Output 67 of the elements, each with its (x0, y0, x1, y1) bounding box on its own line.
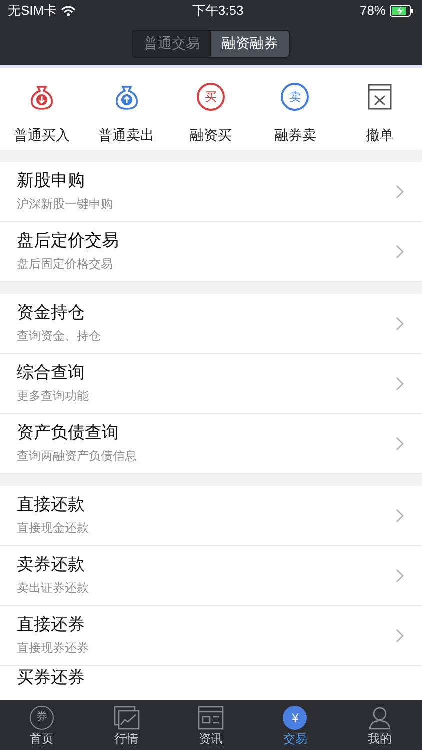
menu-title: 新股申购 (17, 171, 86, 191)
coin-icon: 卖 (281, 83, 310, 111)
menu-title: 买券还券 (17, 668, 86, 688)
quick-action-button[interactable]: 买 融资买 (168, 82, 254, 146)
menu-title: 卖券还款 (17, 555, 86, 575)
chevron-right-icon (396, 508, 404, 522)
chevron-right-icon (396, 316, 404, 330)
menu-title: 盘后定价交易 (17, 231, 120, 251)
menu-row[interactable]: 直接还券 直接现券还券 (0, 606, 422, 666)
yen-icon: ¥ (283, 706, 308, 730)
menu-title: 直接还款 (17, 495, 86, 515)
quick-action-label: 撤单 (366, 126, 394, 145)
tab-bar-item[interactable]: 资讯 (168, 700, 254, 750)
menu-title: 资金持仓 (17, 303, 86, 323)
menu-row[interactable]: 综合查询 更多查询功能 (0, 354, 422, 414)
menu-subtitle: 直接现金还款 (17, 521, 90, 536)
tab-bar-item[interactable]: 我的 (338, 700, 422, 750)
person-icon (368, 706, 392, 730)
menu-row[interactable]: 盘后定价交易 盘后固定价格交易 (0, 222, 422, 282)
quick-action-label: 普通卖出 (98, 126, 155, 145)
menu-subtitle: 卖出证券还款 (17, 581, 90, 596)
tab-label: 我的 (368, 732, 392, 746)
tab-bar-item[interactable]: 行情 (84, 700, 169, 750)
battery-percent: 78% (360, 2, 386, 20)
menu-subtitle: 盘后固定价格交易 (17, 257, 114, 272)
quick-action-button[interactable]: 撤单 (338, 82, 422, 146)
quick-action-button[interactable]: 普通卖出 (84, 82, 169, 146)
chevron-right-icon (396, 628, 404, 642)
carrier-label: 无SIM卡 (8, 2, 58, 20)
menu-row[interactable]: 直接还款 直接现金还款 (0, 486, 422, 546)
chevron-right-icon (396, 376, 404, 390)
menu-title: 直接还券 (17, 615, 86, 635)
chevron-right-icon (396, 436, 404, 450)
quick-action-button[interactable]: 卖 融券卖 (253, 82, 338, 146)
tab-label: 资讯 (199, 732, 224, 746)
tab-bar-item[interactable]: 券 首页 (0, 700, 84, 750)
chevron-right-icon (396, 568, 404, 582)
coupon-icon: 券 (30, 706, 54, 730)
menu-title: 综合查询 (17, 363, 86, 383)
menu-row[interactable]: 资金持仓 查询资金、持仓 (0, 294, 422, 354)
quick-action-label: 融券卖 (274, 126, 316, 145)
menu-subtitle: 更多查询功能 (17, 389, 90, 404)
quick-action-button[interactable]: 普通买入 (0, 82, 84, 146)
chart-icon (114, 706, 140, 730)
tab-label: 首页 (30, 732, 54, 746)
menu-subtitle: 直接现券还券 (17, 641, 90, 656)
menu-row[interactable]: 资产负债查询 查询两融资产负债信息 (0, 414, 422, 474)
newspaper-icon (198, 706, 224, 730)
chevron-right-icon (396, 244, 404, 258)
chevron-right-icon (396, 184, 404, 198)
tab-bar-item[interactable]: ¥ 交易 (253, 700, 338, 750)
clock-time: 下午3:53 (192, 2, 244, 20)
menu-subtitle: 沪深新股一键申购 (17, 197, 114, 212)
coin-icon: 买 (197, 83, 226, 111)
tab-label: 交易 (283, 732, 308, 746)
menu-subtitle: 查询资金、持仓 (17, 329, 102, 344)
tab-label: 行情 (114, 732, 139, 746)
segment-tab[interactable]: 融资融券 (211, 30, 289, 56)
menu-row[interactable]: 新股申购 沪深新股一键申购 (0, 162, 422, 222)
menu-row[interactable]: 卖券还款 卖出证券还款 (0, 546, 422, 606)
menu-title: 资产负债查询 (17, 423, 120, 443)
menu-subtitle: 查询两融资产负债信息 (17, 449, 138, 464)
quick-action-label: 融资买 (190, 126, 232, 145)
battery-charging-icon (390, 5, 414, 17)
quick-action-label: 普通买入 (14, 126, 70, 145)
segment-tab[interactable]: 普通交易 (133, 30, 211, 56)
wifi-icon (61, 6, 76, 16)
